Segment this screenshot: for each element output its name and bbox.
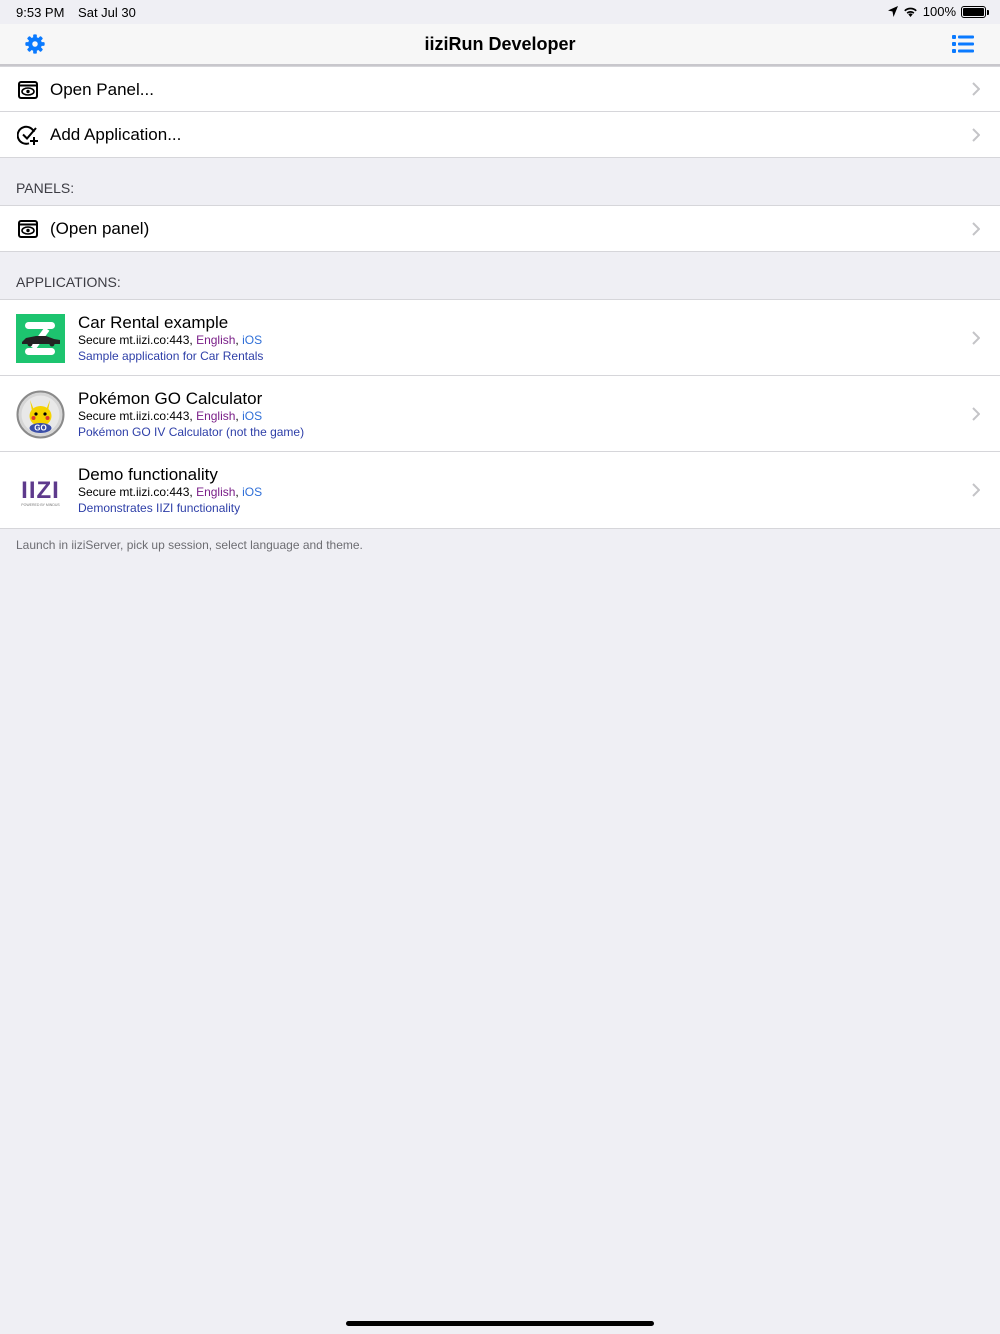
app-title: Pokémon GO Calculator	[78, 389, 263, 408]
panel-eye-icon	[18, 220, 38, 238]
app-item-demo-functionality[interactable]: IIZI POWERED BY MINDUS Demo functionalit…	[0, 452, 1000, 528]
chevron-right-icon	[972, 127, 980, 142]
add-application-row[interactable]: Add Application...	[0, 112, 1000, 157]
app-language: English	[196, 333, 236, 347]
status-time: 9:53 PM	[16, 5, 65, 20]
app-description: Sample application for Car Rentals	[78, 349, 264, 363]
navigation-bar: iiziRun Developer	[0, 24, 1000, 66]
panel-item-label: (Open panel)	[50, 219, 150, 238]
pokemon-go-logo: GO	[16, 390, 65, 439]
app-os: iOS	[242, 333, 263, 347]
panel-item-open-panel[interactable]: (Open panel)	[0, 206, 1000, 251]
applications-footer-note: Launch in iiziServer, pick up session, s…	[16, 538, 363, 552]
add-check-icon	[17, 125, 38, 145]
panel-eye-icon	[18, 81, 38, 99]
battery-percent: 100%	[922, 4, 956, 19]
chevron-right-icon	[972, 221, 980, 236]
app-title: Car Rental example	[78, 313, 229, 332]
location-icon	[887, 6, 898, 17]
app-meta: Secure mt.iizi.co:443, English, iOS	[78, 485, 262, 499]
app-item-pokemon-go[interactable]: GO Pokémon GO Calculator Secure mt.iizi.…	[0, 376, 1000, 452]
chevron-right-icon	[972, 82, 980, 96]
chevron-right-icon	[972, 331, 980, 345]
actions-group: Open Panel... Add Application...	[0, 66, 1000, 158]
list-icon[interactable]	[952, 34, 974, 54]
applications-group: Car Rental example Secure mt.iizi.co:443…	[0, 299, 1000, 529]
app-description: Demonstrates IIZI functionality	[78, 501, 241, 515]
svg-text:IIZI: IIZI	[21, 477, 60, 504]
home-indicator[interactable]	[346, 1321, 654, 1326]
app-description: Pokémon GO IV Calculator (not the game)	[78, 425, 305, 439]
app-server: Secure mt.iizi.co:443,	[78, 333, 197, 347]
wifi-icon	[903, 7, 917, 17]
svg-text:POWERED BY MINDUS: POWERED BY MINDUS	[21, 503, 60, 507]
app-server: Secure mt.iizi.co:443,	[78, 485, 197, 499]
app-meta: Secure mt.iizi.co:443, English, iOS	[78, 333, 262, 347]
app-title: Demo functionality	[78, 465, 218, 484]
app-os: iOS	[242, 485, 263, 499]
iizi-logo: IIZI POWERED BY MINDUS	[16, 466, 65, 515]
app-os: iOS	[242, 409, 263, 423]
panels-group: (Open panel)	[0, 205, 1000, 252]
open-panel-row[interactable]: Open Panel...	[0, 67, 1000, 112]
battery-icon	[961, 5, 989, 18]
applications-section-header: APPLICATIONS:	[16, 274, 121, 290]
app-server: Secure mt.iizi.co:443,	[78, 409, 197, 423]
page-title: iiziRun Developer	[424, 34, 576, 54]
app-language: English	[196, 409, 236, 423]
app-item-car-rental[interactable]: Car Rental example Secure mt.iizi.co:443…	[0, 300, 1000, 376]
chevron-right-icon	[972, 407, 980, 421]
app-language: English	[196, 485, 236, 499]
car-rental-logo	[16, 314, 65, 363]
app-meta: Secure mt.iizi.co:443, English, iOS	[78, 409, 262, 423]
chevron-right-icon	[972, 483, 980, 497]
status-date: Sat Jul 30	[78, 5, 136, 20]
status-bar: 9:53 PM Sat Jul 30 100%	[0, 0, 1000, 24]
add-application-label: Add Application...	[50, 125, 182, 144]
open-panel-label: Open Panel...	[50, 80, 154, 99]
panels-section-header: PANELS:	[16, 180, 75, 196]
svg-text:GO: GO	[34, 424, 46, 433]
